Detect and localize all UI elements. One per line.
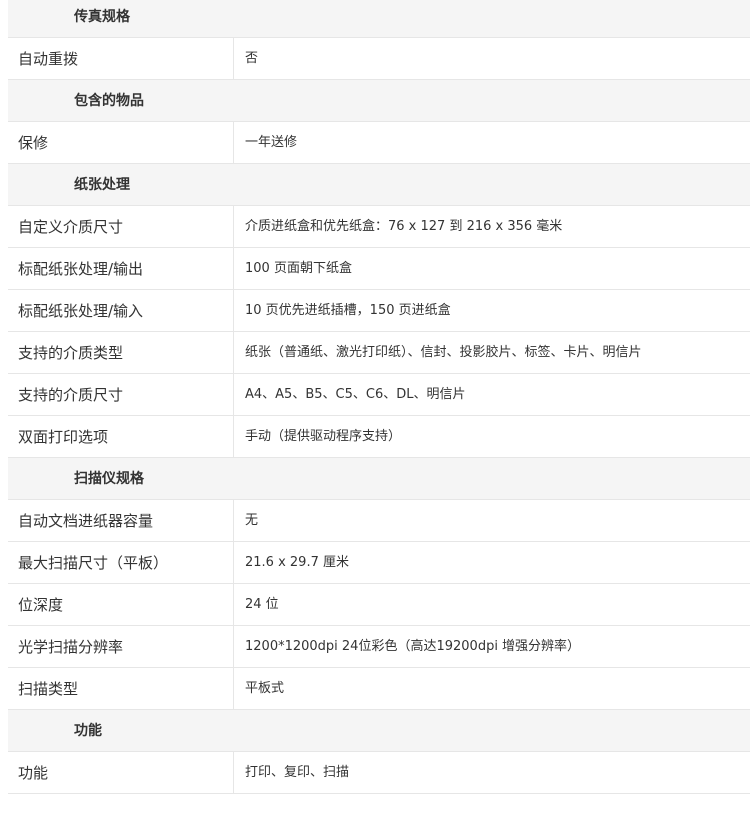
section-title: 纸张处理 (74, 177, 130, 193)
row-value: 24 位 (245, 597, 279, 612)
row-value: 1200*1200dpi 24位彩色（高达19200dpi 增强分辨率） (245, 639, 581, 654)
row-value: 10 页优先进纸插槽，150 页进纸盒 (245, 303, 451, 318)
row-label: 双面打印选项 (8, 416, 234, 457)
row-value: 手动（提供驱动程序支持） (245, 429, 402, 444)
row-value: 介质进纸盒和优先纸盒：76 x 127 到 216 x 356 毫米 (245, 219, 563, 234)
table-row: 支持的介质尺寸 A4、A5、B5、C5、C6、DL、明信片 (8, 374, 750, 416)
table-row: 双面打印选项 手动（提供驱动程序支持） (8, 416, 750, 458)
table-row: 支持的介质类型 纸张（普通纸、激光打印纸）、信封、投影胶片、标签、卡片、明信片 (8, 332, 750, 374)
section-header-included-items: 包含的物品 (8, 80, 750, 122)
row-label: 位深度 (8, 584, 234, 625)
table-row: 标配纸张处理/输入 10 页优先进纸插槽，150 页进纸盒 (8, 290, 750, 332)
table-row: 位深度 24 位 (8, 584, 750, 626)
section-title: 传真规格 (74, 9, 130, 25)
row-value: A4、A5、B5、C5、C6、DL、明信片 (245, 387, 466, 402)
row-label: 扫描类型 (8, 668, 234, 709)
table-row: 保修 一年送修 (8, 122, 750, 164)
table-row: 自动重拨 否 (8, 38, 750, 80)
table-row: 功能 打印、复印、扫描 (8, 752, 750, 794)
table-row: 最大扫描尺寸（平板） 21.6 x 29.7 厘米 (8, 542, 750, 584)
row-label: 功能 (8, 752, 234, 793)
row-label: 支持的介质类型 (8, 332, 234, 373)
spec-table: 传真规格 自动重拨 否 包含的物品 保修 一年送修 纸张处理 自定义介质尺寸 介… (8, 0, 750, 794)
table-row: 光学扫描分辨率 1200*1200dpi 24位彩色（高达19200dpi 增强… (8, 626, 750, 668)
row-label: 自动重拨 (8, 38, 234, 79)
row-label: 自动文档进纸器容量 (8, 500, 234, 541)
section-header-fax: 传真规格 (8, 0, 750, 38)
row-value: 一年送修 (245, 135, 298, 150)
row-label: 最大扫描尺寸（平板） (8, 542, 234, 583)
section-title: 包含的物品 (74, 93, 144, 109)
row-value: 打印、复印、扫描 (245, 765, 350, 780)
table-row: 标配纸张处理/输出 100 页面朝下纸盒 (8, 248, 750, 290)
section-title: 扫描仪规格 (74, 471, 144, 487)
row-label: 自定义介质尺寸 (8, 206, 234, 247)
table-row: 扫描类型 平板式 (8, 668, 750, 710)
row-value: 无 (245, 513, 259, 528)
table-row: 自动文档进纸器容量 无 (8, 500, 750, 542)
row-value: 否 (245, 51, 259, 66)
row-label: 光学扫描分辨率 (8, 626, 234, 667)
row-label: 标配纸张处理/输出 (8, 248, 234, 289)
row-label: 支持的介质尺寸 (8, 374, 234, 415)
row-value: 纸张（普通纸、激光打印纸）、信封、投影胶片、标签、卡片、明信片 (245, 345, 642, 360)
row-value: 100 页面朝下纸盒 (245, 261, 352, 276)
table-row: 自定义介质尺寸 介质进纸盒和优先纸盒：76 x 127 到 216 x 356 … (8, 206, 750, 248)
section-header-paper-handling: 纸张处理 (8, 164, 750, 206)
section-header-scanner: 扫描仪规格 (8, 458, 750, 500)
section-header-functions: 功能 (8, 710, 750, 752)
row-value: 21.6 x 29.7 厘米 (245, 555, 349, 570)
row-label: 保修 (8, 122, 234, 163)
section-title: 功能 (74, 723, 102, 739)
row-value: 平板式 (245, 681, 285, 696)
row-label: 标配纸张处理/输入 (8, 290, 234, 331)
